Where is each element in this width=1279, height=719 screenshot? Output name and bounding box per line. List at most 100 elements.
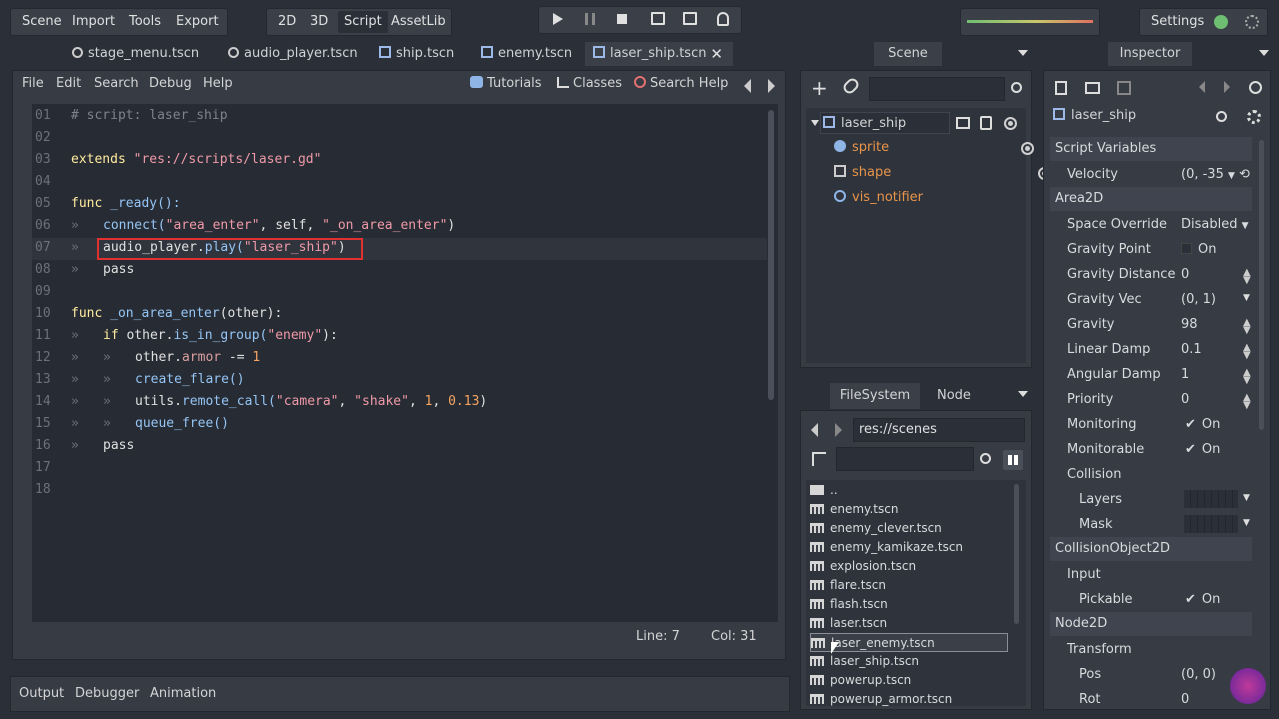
mode-2d-button[interactable]: 2D — [272, 8, 302, 36]
file-list-scrollbar[interactable] — [1014, 484, 1019, 624]
menu-tools[interactable]: Tools — [123, 8, 167, 36]
dock-menu-icon[interactable] — [1259, 50, 1269, 56]
scene-tab-laser-ship[interactable]: laser_ship.tscn ✕ — [585, 42, 733, 66]
next-script-icon[interactable] — [768, 79, 775, 93]
gear-icon[interactable] — [1247, 110, 1261, 124]
file-item[interactable]: flash.tscn — [810, 595, 888, 614]
settings-button[interactable]: Settings — [1145, 8, 1210, 36]
node-tab[interactable]: Node — [937, 388, 971, 403]
prop-space-override-value[interactable]: Disabled ▼ — [1181, 212, 1249, 237]
search-icon[interactable] — [1216, 111, 1227, 122]
play-custom-scene-icon[interactable] — [683, 12, 697, 25]
pause-icon[interactable] — [585, 13, 595, 25]
spinner-arrows-icon[interactable]: ▲ ▼ — [1243, 368, 1251, 386]
instance-icon[interactable] — [956, 117, 970, 129]
file-item[interactable]: powerup_armor.tscn — [810, 690, 952, 709]
layers-grid[interactable] — [1184, 490, 1238, 508]
remote-debug-icon[interactable] — [717, 12, 729, 26]
file-search-input[interactable] — [836, 447, 974, 471]
history-back-icon[interactable] — [1199, 81, 1205, 93]
back-icon[interactable] — [811, 423, 818, 437]
prop-gravity-point-value[interactable]: On — [1181, 237, 1216, 262]
prop-pos-value[interactable]: (0, 0) — [1181, 662, 1216, 687]
prop-gravity-distance-value[interactable]: 0 — [1181, 262, 1189, 287]
scene-dock-tab[interactable]: Scene — [874, 42, 942, 66]
spinner-arrows-icon[interactable]: ▲ ▼ — [1243, 393, 1251, 411]
prev-script-icon[interactable] — [744, 79, 751, 93]
file-item[interactable]: enemy_kamikaze.tscn — [810, 538, 963, 557]
bottom-tab-output[interactable]: Output — [19, 686, 64, 701]
play-scene-icon[interactable] — [651, 12, 665, 25]
open-folder-icon[interactable] — [1085, 82, 1100, 94]
inspector-tab[interactable]: Inspector — [1108, 42, 1192, 66]
scene-tab-enemy[interactable]: enemy.tscn — [481, 42, 572, 66]
spinner-arrows-icon[interactable]: ▲ ▼ — [1243, 318, 1251, 336]
add-node-icon[interactable]: + — [811, 76, 828, 100]
file-item[interactable]: explosion.tscn — [810, 557, 916, 576]
prop-angular-damp-value[interactable]: 1 — [1181, 362, 1189, 387]
script-menu-file[interactable]: File — [22, 76, 44, 91]
inspector-scrollbar[interactable] — [1259, 140, 1264, 430]
filesystem-tab[interactable]: FileSystem — [830, 383, 920, 409]
dropdown-arrow-icon[interactable]: ▼ — [1243, 518, 1250, 528]
code-scrollbar[interactable] — [768, 110, 774, 400]
save-icon[interactable] — [1117, 81, 1131, 95]
path-field[interactable]: res://scenes — [853, 418, 1025, 442]
visibility-icon[interactable] — [1021, 142, 1035, 155]
new-resource-icon[interactable] — [1055, 81, 1067, 95]
history-forward-icon[interactable] — [1224, 81, 1230, 93]
section-area2d[interactable]: Area2D — [1050, 187, 1252, 211]
prop-collision-label[interactable]: Collision — [1067, 462, 1121, 487]
scene-tab-stage-menu[interactable]: stage_menu.tscn — [72, 42, 199, 66]
mode-3d-button[interactable]: 3D — [304, 8, 334, 36]
prop-linear-damp-value[interactable]: 0.1 — [1181, 337, 1202, 362]
script-icon[interactable] — [980, 116, 992, 130]
prop-rot-value[interactable]: 0 — [1181, 687, 1189, 712]
bottom-tab-animation[interactable]: Animation — [150, 686, 216, 701]
play-icon[interactable] — [553, 13, 563, 25]
dropdown-arrow-icon[interactable]: ▼ — [1243, 293, 1250, 303]
file-item-parent[interactable]: .. — [810, 481, 838, 500]
prop-velocity-value[interactable]: (0, -35 ▼ ⟲ — [1181, 162, 1250, 187]
scene-tab-ship[interactable]: ship.tscn — [379, 42, 454, 66]
forward-icon[interactable] — [835, 423, 842, 437]
scene-tab-audio-player[interactable]: audio_player.tscn — [228, 42, 358, 66]
dock-menu-icon[interactable] — [1018, 391, 1028, 397]
mode-assetlib-button[interactable]: AssetLib — [385, 8, 452, 36]
mask-grid[interactable] — [1184, 515, 1238, 533]
history-icon[interactable] — [1249, 81, 1262, 94]
script-menu-debug[interactable]: Debug — [149, 76, 192, 91]
classes-button[interactable]: Classes — [557, 76, 622, 91]
revert-icon[interactable]: ⟲ — [1239, 167, 1250, 182]
file-item[interactable]: enemy.tscn — [810, 500, 898, 519]
prop-gravity-value[interactable]: 98 — [1181, 312, 1198, 337]
dropdown-arrow-icon[interactable]: ▼ — [1243, 493, 1250, 503]
section-node2d[interactable]: Node2D — [1050, 612, 1252, 636]
stop-icon[interactable] — [617, 14, 627, 24]
expand-arrow-icon[interactable] — [811, 120, 819, 126]
file-item[interactable]: powerup.tscn — [810, 671, 911, 690]
close-icon[interactable]: ✕ — [710, 42, 723, 66]
tree-node-vis-notifier[interactable]: vis_notifier — [834, 187, 923, 209]
mode-script-button[interactable]: Script — [338, 11, 388, 33]
file-item[interactable]: enemy_clever.tscn — [810, 519, 942, 538]
prop-monitoring-value[interactable]: ✔ On — [1185, 412, 1220, 437]
file-item[interactable]: laser.tscn — [810, 614, 887, 633]
scene-filter-input[interactable] — [869, 77, 1005, 101]
file-item[interactable]: laser_ship.tscn — [810, 652, 919, 671]
file-item-selected[interactable]: laser_enemy.tscn — [810, 633, 1008, 652]
spinner-arrows-icon[interactable]: ▲ ▼ — [1243, 268, 1251, 286]
script-menu-edit[interactable]: Edit — [56, 76, 81, 91]
menu-export[interactable]: Export — [170, 8, 225, 36]
script-menu-search[interactable]: Search — [94, 76, 139, 91]
bottom-tab-debugger[interactable]: Debugger — [75, 686, 139, 701]
tree-node-sprite[interactable]: sprite — [834, 137, 889, 159]
prop-priority-value[interactable]: 0 — [1181, 387, 1189, 412]
prop-pickable-value[interactable]: ✔ On — [1185, 587, 1220, 612]
menu-import[interactable]: Import — [66, 8, 121, 36]
section-collision-object2d[interactable]: CollisionObject2D — [1050, 537, 1252, 561]
menu-scene[interactable]: Scene — [16, 8, 68, 36]
tree-node-shape[interactable]: shape — [834, 162, 891, 184]
file-item[interactable]: flare.tscn — [810, 576, 886, 595]
section-script-variables[interactable]: Script Variables — [1050, 137, 1252, 161]
